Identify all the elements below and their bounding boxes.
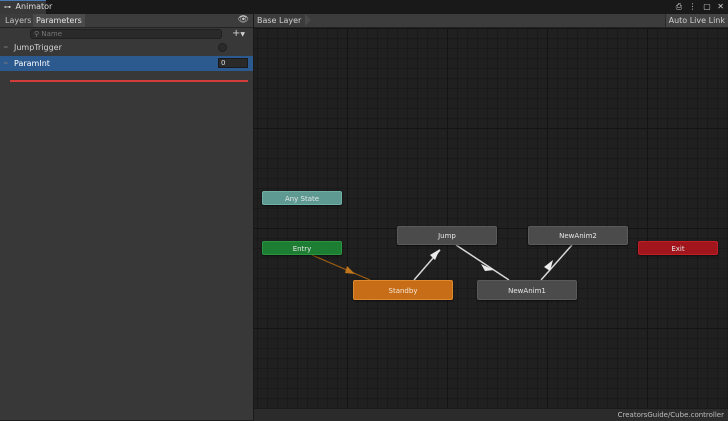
parameter-name: ParamInt [14,59,50,68]
panel-tab-bar: Layers Parameters 👁 [0,14,253,28]
maximize-icon[interactable]: ▢ [703,2,711,11]
search-row: ⚲ +▼ [0,27,253,41]
transition-arrow-icon [345,266,355,274]
tab-layers[interactable]: Layers [2,14,34,27]
lock-icon[interactable]: ⎙ [676,2,682,11]
state-newanim2[interactable]: NewAnim2 [528,226,628,245]
window-titlebar: ⊶ Animator ⎙ ⋮ ▢ ✕ [0,0,728,15]
tab-layers-label: Layers [5,16,32,25]
transition-newanim1-newanim2[interactable] [540,244,573,281]
drag-handle-icon[interactable]: ═ [4,40,8,55]
breadcrumb-base-layer: Base Layer [257,16,302,25]
state-label: Any State [284,195,320,203]
state-label: Jump [438,232,456,240]
state-label: Standby [388,287,418,295]
state-newanim1[interactable]: NewAnim1 [477,280,577,300]
breadcrumb[interactable]: Base Layer [254,14,312,27]
search-icon: ⚲ [34,30,40,38]
parameter-row-paramint[interactable]: ═ ParamInt 0 [0,56,253,71]
tab-parameters[interactable]: Parameters [33,14,85,27]
state-exit[interactable]: Exit [638,241,718,255]
transition-arrow-icon [544,260,553,271]
controller-path: CreatorsGuide/Cube.controller [617,411,724,419]
window-tab-title: Animator [15,2,53,11]
drag-handle-icon[interactable]: ═ [4,56,8,71]
transition-arrow-icon [430,249,440,260]
eye-icon[interactable]: 👁 [238,14,249,27]
state-machine-graph[interactable]: Any State Entry Exit Jump NewAnim2 Stand… [254,28,728,408]
chevron-down-icon: ▼ [240,31,246,38]
search-field[interactable]: ⚲ [30,29,222,39]
trigger-toggle[interactable] [218,43,227,52]
int-value-field[interactable]: 0 [218,58,248,68]
graph-toolbar: Base Layer Auto Live Link [254,14,728,28]
state-label: NewAnim2 [559,232,597,240]
auto-live-link-label: Auto Live Link [668,16,725,25]
state-jump[interactable]: Jump [397,226,497,245]
parameter-row-jumptrigger[interactable]: ═ JumpTrigger [0,40,253,55]
state-label: NewAnim1 [508,287,546,295]
state-label: Entry [292,245,312,253]
tab-parameters-label: Parameters [36,16,82,25]
selection-underline [10,80,248,82]
state-label: Exit [671,245,685,253]
close-icon[interactable]: ✕ [717,2,724,11]
window-controls: ⎙ ⋮ ▢ ✕ [672,0,724,14]
state-entry[interactable]: Entry [262,241,342,255]
transition-entry-standby[interactable] [311,254,371,281]
transitions-layer [311,244,573,281]
parameters-panel: Layers Parameters 👁 ⚲ +▼ ═ JumpTrigger ═… [0,14,254,420]
animator-icon: ⊶ [4,3,11,11]
transition-jump-newanim1[interactable] [455,244,510,281]
state-any-state[interactable]: Any State [262,191,342,205]
parameter-name: JumpTrigger [14,43,62,52]
search-input[interactable] [41,30,202,38]
state-standby-default[interactable]: Standby [353,280,453,300]
menu-dots-icon[interactable]: ⋮ [689,2,697,11]
status-bar: CreatorsGuide/Cube.controller [254,408,728,421]
auto-live-link-button[interactable]: Auto Live Link [664,14,728,27]
window-tab-animator[interactable]: ⊶ Animator [0,0,52,14]
